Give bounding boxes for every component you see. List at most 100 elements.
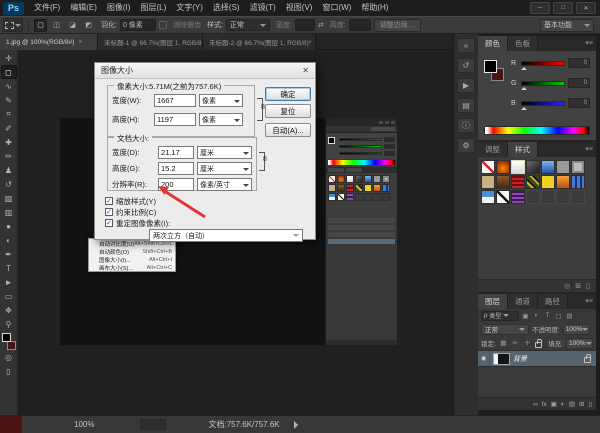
pen-tool[interactable]: ✒ bbox=[1, 247, 17, 261]
pixel-width-input[interactable] bbox=[154, 94, 196, 107]
style-swatch[interactable] bbox=[571, 160, 585, 174]
menu-select[interactable]: 选择(S) bbox=[208, 0, 245, 16]
scale-styles-checkbox[interactable]: ✓ bbox=[105, 197, 113, 205]
color-swatches[interactable] bbox=[1, 333, 17, 350]
link-layers-icon[interactable]: ∞ bbox=[533, 401, 538, 408]
menu-view[interactable]: 视图(V) bbox=[281, 0, 318, 16]
hand-tool[interactable]: ✥ bbox=[1, 303, 17, 317]
menu-filter[interactable]: 滤镜(T) bbox=[245, 0, 281, 16]
layer-filter-select[interactable]: ρ 类型 bbox=[481, 311, 519, 321]
width-input[interactable] bbox=[295, 19, 315, 31]
spot-healing-tool[interactable]: ✚ bbox=[1, 135, 17, 149]
refine-edge-button[interactable]: 调整边缘… bbox=[374, 19, 421, 32]
layer-row-background[interactable]: ◉ 背景 bbox=[478, 350, 596, 367]
presets-panel-icon[interactable]: ⚙ bbox=[457, 138, 475, 153]
clear-style-icon[interactable]: ◎ bbox=[564, 282, 570, 290]
dialog-title-bar[interactable]: 图像大小 ✕ bbox=[95, 63, 315, 79]
workspace-switcher[interactable]: 基本功能 bbox=[540, 19, 594, 32]
eraser-tool[interactable]: ▨ bbox=[1, 191, 17, 205]
new-selection-button[interactable]: ▢ bbox=[34, 19, 47, 32]
dialog-close-icon[interactable]: ✕ bbox=[302, 66, 309, 75]
blue-slider[interactable] bbox=[521, 101, 565, 106]
style-swatch[interactable] bbox=[571, 175, 585, 189]
menu-help[interactable]: 帮助(H) bbox=[356, 0, 393, 16]
menu-image[interactable]: 图像(I) bbox=[102, 0, 136, 16]
close-button[interactable]: ✕ bbox=[576, 2, 596, 14]
screen-mode-button[interactable]: ▯ bbox=[1, 364, 17, 378]
zoom-level[interactable]: 100% bbox=[74, 420, 94, 429]
quick-mask-button[interactable]: ◎ bbox=[1, 350, 17, 364]
tab-close-icon[interactable]: × bbox=[315, 39, 316, 46]
style-swatch[interactable] bbox=[481, 175, 495, 189]
resolution-unit-select[interactable]: 像素/英寸 bbox=[197, 178, 252, 191]
tab-adjustments[interactable]: 调整 bbox=[478, 142, 508, 157]
layer-mask-icon[interactable]: ▣ bbox=[551, 400, 557, 408]
clone-stamp-tool[interactable]: ♟ bbox=[1, 163, 17, 177]
panel-menu-icon[interactable]: ▾≡ bbox=[585, 142, 596, 157]
green-slider[interactable] bbox=[521, 81, 565, 86]
add-selection-button[interactable]: ◫ bbox=[50, 19, 63, 32]
constrain-proportions-checkbox[interactable]: ✓ bbox=[105, 208, 113, 216]
eyedropper-tool[interactable]: ✐ bbox=[1, 121, 17, 135]
lock-transparency-icon[interactable]: ▦ bbox=[499, 339, 508, 347]
doc-height-input[interactable] bbox=[158, 162, 194, 175]
filter-adjustment-icon[interactable]: ◐ bbox=[532, 312, 541, 319]
tab-close-icon[interactable]: × bbox=[78, 39, 82, 46]
rectangular-marquee-tool[interactable]: ◻ bbox=[1, 65, 17, 79]
style-swatch[interactable] bbox=[526, 175, 540, 189]
delete-style-icon[interactable]: ▯ bbox=[586, 282, 590, 290]
intersect-selection-button[interactable]: ◩ bbox=[82, 19, 95, 32]
tab-styles[interactable]: 样式 bbox=[508, 142, 538, 157]
new-layer-icon[interactable]: ⊞ bbox=[579, 400, 584, 408]
menu-type[interactable]: 文字(Y) bbox=[171, 0, 208, 16]
style-swatch[interactable] bbox=[541, 175, 555, 189]
foreground-color-swatch[interactable] bbox=[484, 60, 497, 73]
status-menu-arrow-icon[interactable] bbox=[294, 421, 302, 429]
tab-color[interactable]: 颜色 bbox=[478, 36, 508, 51]
resample-method-select[interactable]: 两次立方（自动） bbox=[149, 229, 303, 242]
resolution-input[interactable] bbox=[158, 178, 194, 191]
style-swatch[interactable] bbox=[481, 190, 495, 204]
history-panel-icon[interactable]: ↺ bbox=[457, 58, 475, 73]
lock-pixels-icon[interactable]: ✏ bbox=[511, 339, 520, 347]
resample-checkbox[interactable]: ✓ bbox=[105, 219, 113, 227]
menu-item-canvas-size[interactable]: 画布大小(S)... Alt+Ctrl+C bbox=[89, 264, 175, 272]
red-value[interactable]: 0 bbox=[568, 58, 590, 68]
doc-width-unit-select[interactable]: 厘米 bbox=[197, 146, 252, 159]
tab-swatches[interactable]: 色板 bbox=[508, 36, 538, 51]
layer-thumbnail[interactable] bbox=[493, 353, 510, 365]
tab-channels[interactable]: 通道 bbox=[508, 294, 538, 309]
visibility-eye-icon[interactable]: ◉ bbox=[478, 351, 490, 366]
pixel-height-input[interactable] bbox=[154, 113, 196, 126]
tab-1jpg[interactable]: 1.jpg @ 100%(RGB/8#) × bbox=[0, 34, 98, 50]
properties-panel-icon[interactable]: ▤ bbox=[457, 98, 475, 113]
fill-select[interactable]: 100% bbox=[566, 338, 593, 349]
collapse-panels-icon[interactable]: « bbox=[457, 38, 475, 53]
foreground-color-swatch[interactable] bbox=[2, 333, 11, 342]
feather-input[interactable]: 0 像素 bbox=[120, 19, 156, 31]
color-spectrum-ramp[interactable] bbox=[484, 126, 590, 135]
info-panel-icon[interactable]: ⓘ bbox=[457, 118, 475, 133]
blur-tool[interactable]: ● bbox=[1, 219, 17, 233]
filter-type-icon[interactable]: T bbox=[543, 312, 552, 319]
style-swatch[interactable] bbox=[556, 160, 570, 174]
background-color-swatch[interactable] bbox=[7, 341, 16, 350]
pixel-width-unit-select[interactable]: 像素 bbox=[199, 94, 243, 107]
filter-shape-icon[interactable]: ▢ bbox=[554, 312, 563, 320]
subtract-selection-button[interactable]: ◪ bbox=[66, 19, 79, 32]
maximize-button[interactable]: □ bbox=[553, 2, 573, 14]
crop-tool[interactable]: ⌗ bbox=[1, 107, 17, 121]
quick-selection-tool[interactable]: ✎ bbox=[1, 93, 17, 107]
new-style-icon[interactable]: ⊞ bbox=[575, 282, 581, 290]
actions-panel-icon[interactable]: ▶ bbox=[457, 78, 475, 93]
tab-paths[interactable]: 路径 bbox=[538, 294, 568, 309]
gradient-tool[interactable]: ▥ bbox=[1, 205, 17, 219]
delete-layer-icon[interactable]: ▯ bbox=[588, 400, 592, 408]
style-swatch[interactable] bbox=[511, 160, 525, 174]
menu-file[interactable]: 文件(F) bbox=[29, 0, 65, 16]
menu-layer[interactable]: 图层(L) bbox=[135, 0, 171, 16]
swap-dimensions-icon[interactable]: ⇄ bbox=[318, 21, 324, 29]
panel-menu-icon[interactable]: ▾≡ bbox=[585, 36, 596, 51]
pixel-height-unit-select[interactable]: 像素 bbox=[199, 113, 243, 126]
brush-tool[interactable]: ✏ bbox=[1, 149, 17, 163]
